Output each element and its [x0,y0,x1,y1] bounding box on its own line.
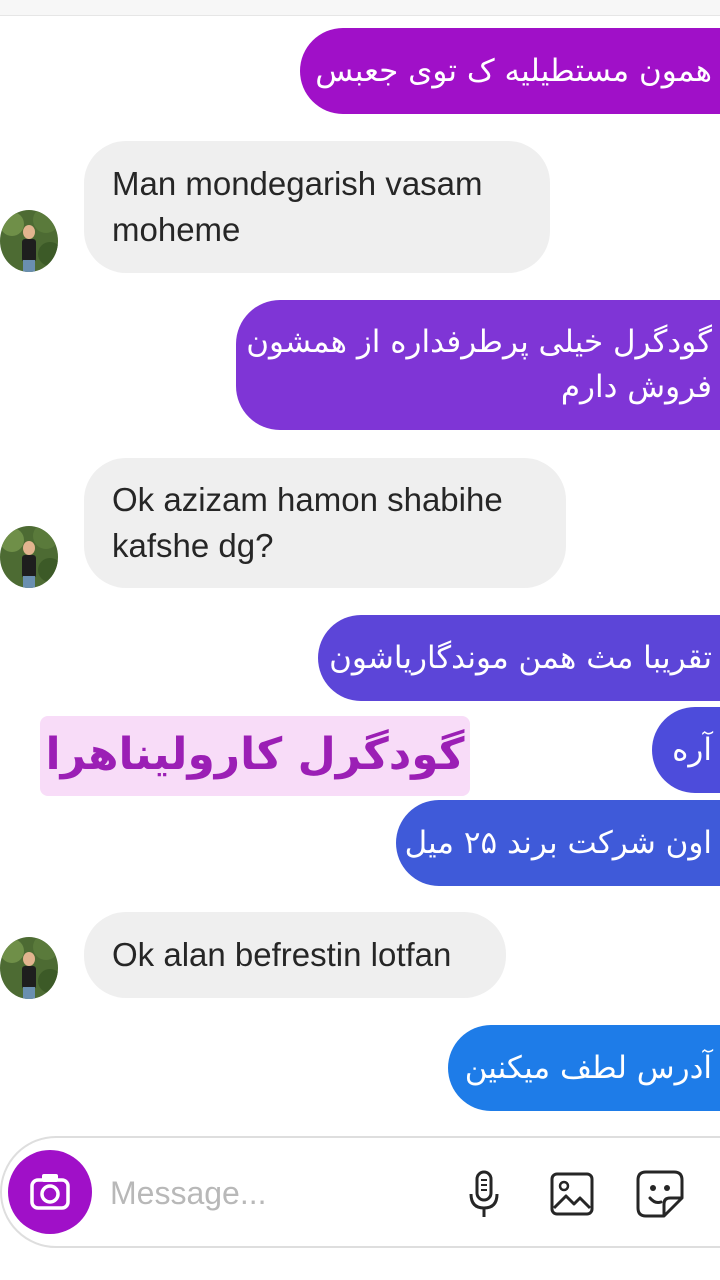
contact-avatar[interactable] [0,526,58,588]
message-line: گودگرل خیلی پرطرفداره از همشون [246,324,712,360]
sent-message[interactable]: آدرس لطف میکنین [448,1025,720,1111]
camera-icon [30,1174,70,1210]
message-input[interactable] [110,1166,410,1220]
sent-message[interactable]: همون مستطیلیه ک توی جعبس [300,28,720,114]
message-text: تقریبا مث همن موندگاریاشون [329,640,712,676]
sticker-icon [636,1170,684,1218]
message-text: اون شرکت برند ۲۵ میل [404,825,712,861]
top-bar [0,0,720,16]
received-message[interactable]: Ok azizam hamon shabihe kafshe dg? [84,458,566,588]
message-line: فروش دارم [560,369,712,405]
message-line: moheme [112,211,241,248]
microphone-button[interactable] [454,1164,514,1224]
message-text: Ok alan befrestin lotfan [112,936,452,973]
message-composer [0,1136,720,1248]
message-text: آره [672,732,712,768]
contact-avatar[interactable] [0,937,58,999]
gallery-icon [550,1172,594,1216]
message-line: kafshe dg? [112,527,274,564]
sent-message[interactable]: آره [652,707,720,793]
sent-message[interactable]: گودگرل خیلی پرطرفداره از همشون فروش دارم [236,300,720,430]
camera-button[interactable] [8,1150,92,1234]
message-text: همون مستطیلیه ک توی جعبس [315,53,712,89]
gallery-button[interactable] [542,1164,602,1224]
microphone-icon [469,1170,499,1217]
received-message[interactable]: Ok alan befrestin lotfan [84,912,506,998]
received-message[interactable]: Man mondegarish vasam moheme [84,141,550,273]
sent-message[interactable]: اون شرکت برند ۲۵ میل [396,800,720,886]
contact-avatar[interactable] [0,210,58,272]
sticker-button[interactable] [630,1164,690,1224]
sent-message[interactable]: تقریبا مث همن موندگاریاشون [318,615,720,701]
message-line: Ok azizam hamon shabihe [112,481,503,518]
message-text: آدرس لطف میکنین [464,1050,712,1086]
watermark-label: گودگرل کارولیناهرا [40,716,470,796]
message-line: Man mondegarish vasam [112,165,483,202]
